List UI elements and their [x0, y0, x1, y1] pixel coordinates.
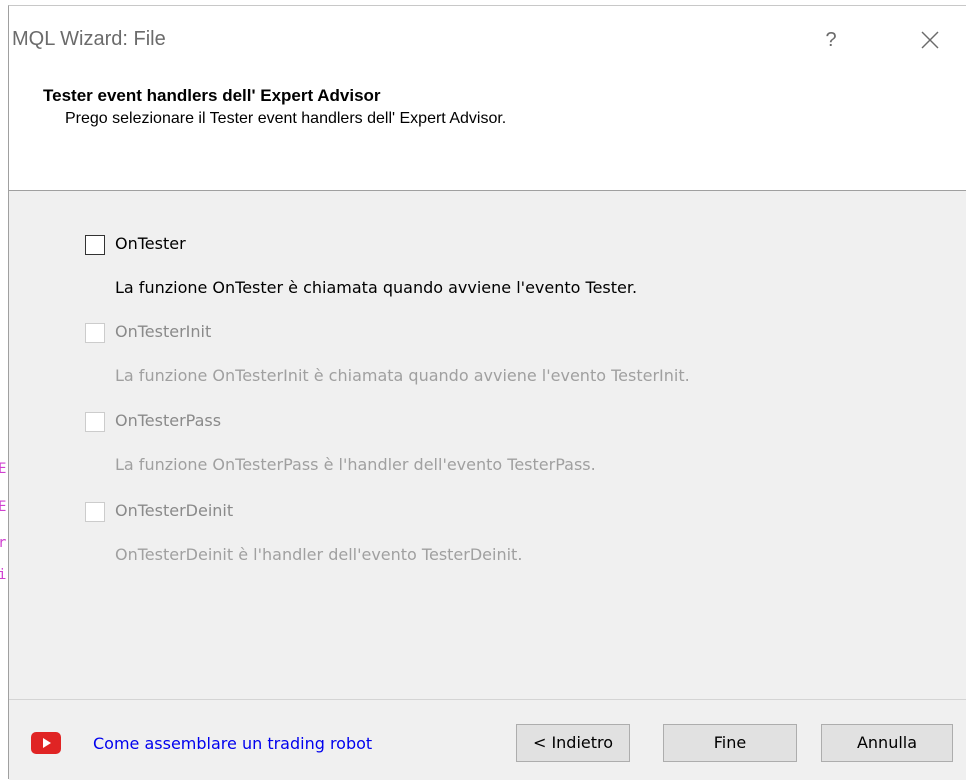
window-title: MQL Wizard: File [12, 28, 166, 50]
ontesterdeinit-checkbox[interactable] [85, 502, 105, 522]
ontesterdeinit-description: OnTesterDeinit è l'handler dell'evento T… [115, 545, 523, 564]
page-subtitle: Prego selezionare il Tester event handle… [65, 110, 507, 127]
play-icon [43, 738, 51, 748]
wizard-dialog: MQL Wizard: File ? Tester event handlers… [8, 5, 966, 780]
page-title: Tester event handlers dell' Expert Advis… [43, 86, 381, 105]
close-button[interactable] [908, 20, 952, 60]
ontesterpass-checkbox[interactable] [85, 412, 105, 432]
wizard-header: Tester event handlers dell' Expert Advis… [9, 70, 966, 191]
cancel-button[interactable]: Annulla [821, 724, 953, 762]
title-bar: MQL Wizard: File ? [9, 6, 966, 70]
close-icon [921, 31, 939, 49]
ontesterinit-description: La funzione OnTesterInit è chiamata quan… [115, 366, 690, 385]
ontesterinit-label[interactable]: OnTesterInit [115, 322, 211, 341]
back-button[interactable]: < Indietro [516, 724, 630, 762]
ontesterpass-description: La funzione OnTesterPass è l'handler del… [115, 455, 596, 474]
ontester-label[interactable]: OnTester [115, 234, 186, 253]
help-button[interactable]: ? [809, 20, 853, 60]
wizard-footer: Come assemblare un trading robot < Indie… [9, 699, 966, 780]
ontesterdeinit-label[interactable]: OnTesterDeinit [115, 501, 233, 520]
finish-button[interactable]: Fine [663, 724, 797, 762]
ontester-checkbox[interactable] [85, 235, 105, 255]
ontesterinit-checkbox[interactable] [85, 323, 105, 343]
ontesterpass-label[interactable]: OnTesterPass [115, 411, 221, 430]
tutorial-link[interactable]: Come assemblare un trading robot [93, 734, 372, 753]
ontester-description: La funzione OnTester è chiamata quando a… [115, 278, 638, 297]
screen: E E r i MQL Wizard: File ? Tester event … [0, 0, 967, 780]
youtube-play-icon[interactable] [31, 732, 61, 754]
options-panel: OnTester La funzione OnTester è chiamata… [9, 191, 966, 699]
